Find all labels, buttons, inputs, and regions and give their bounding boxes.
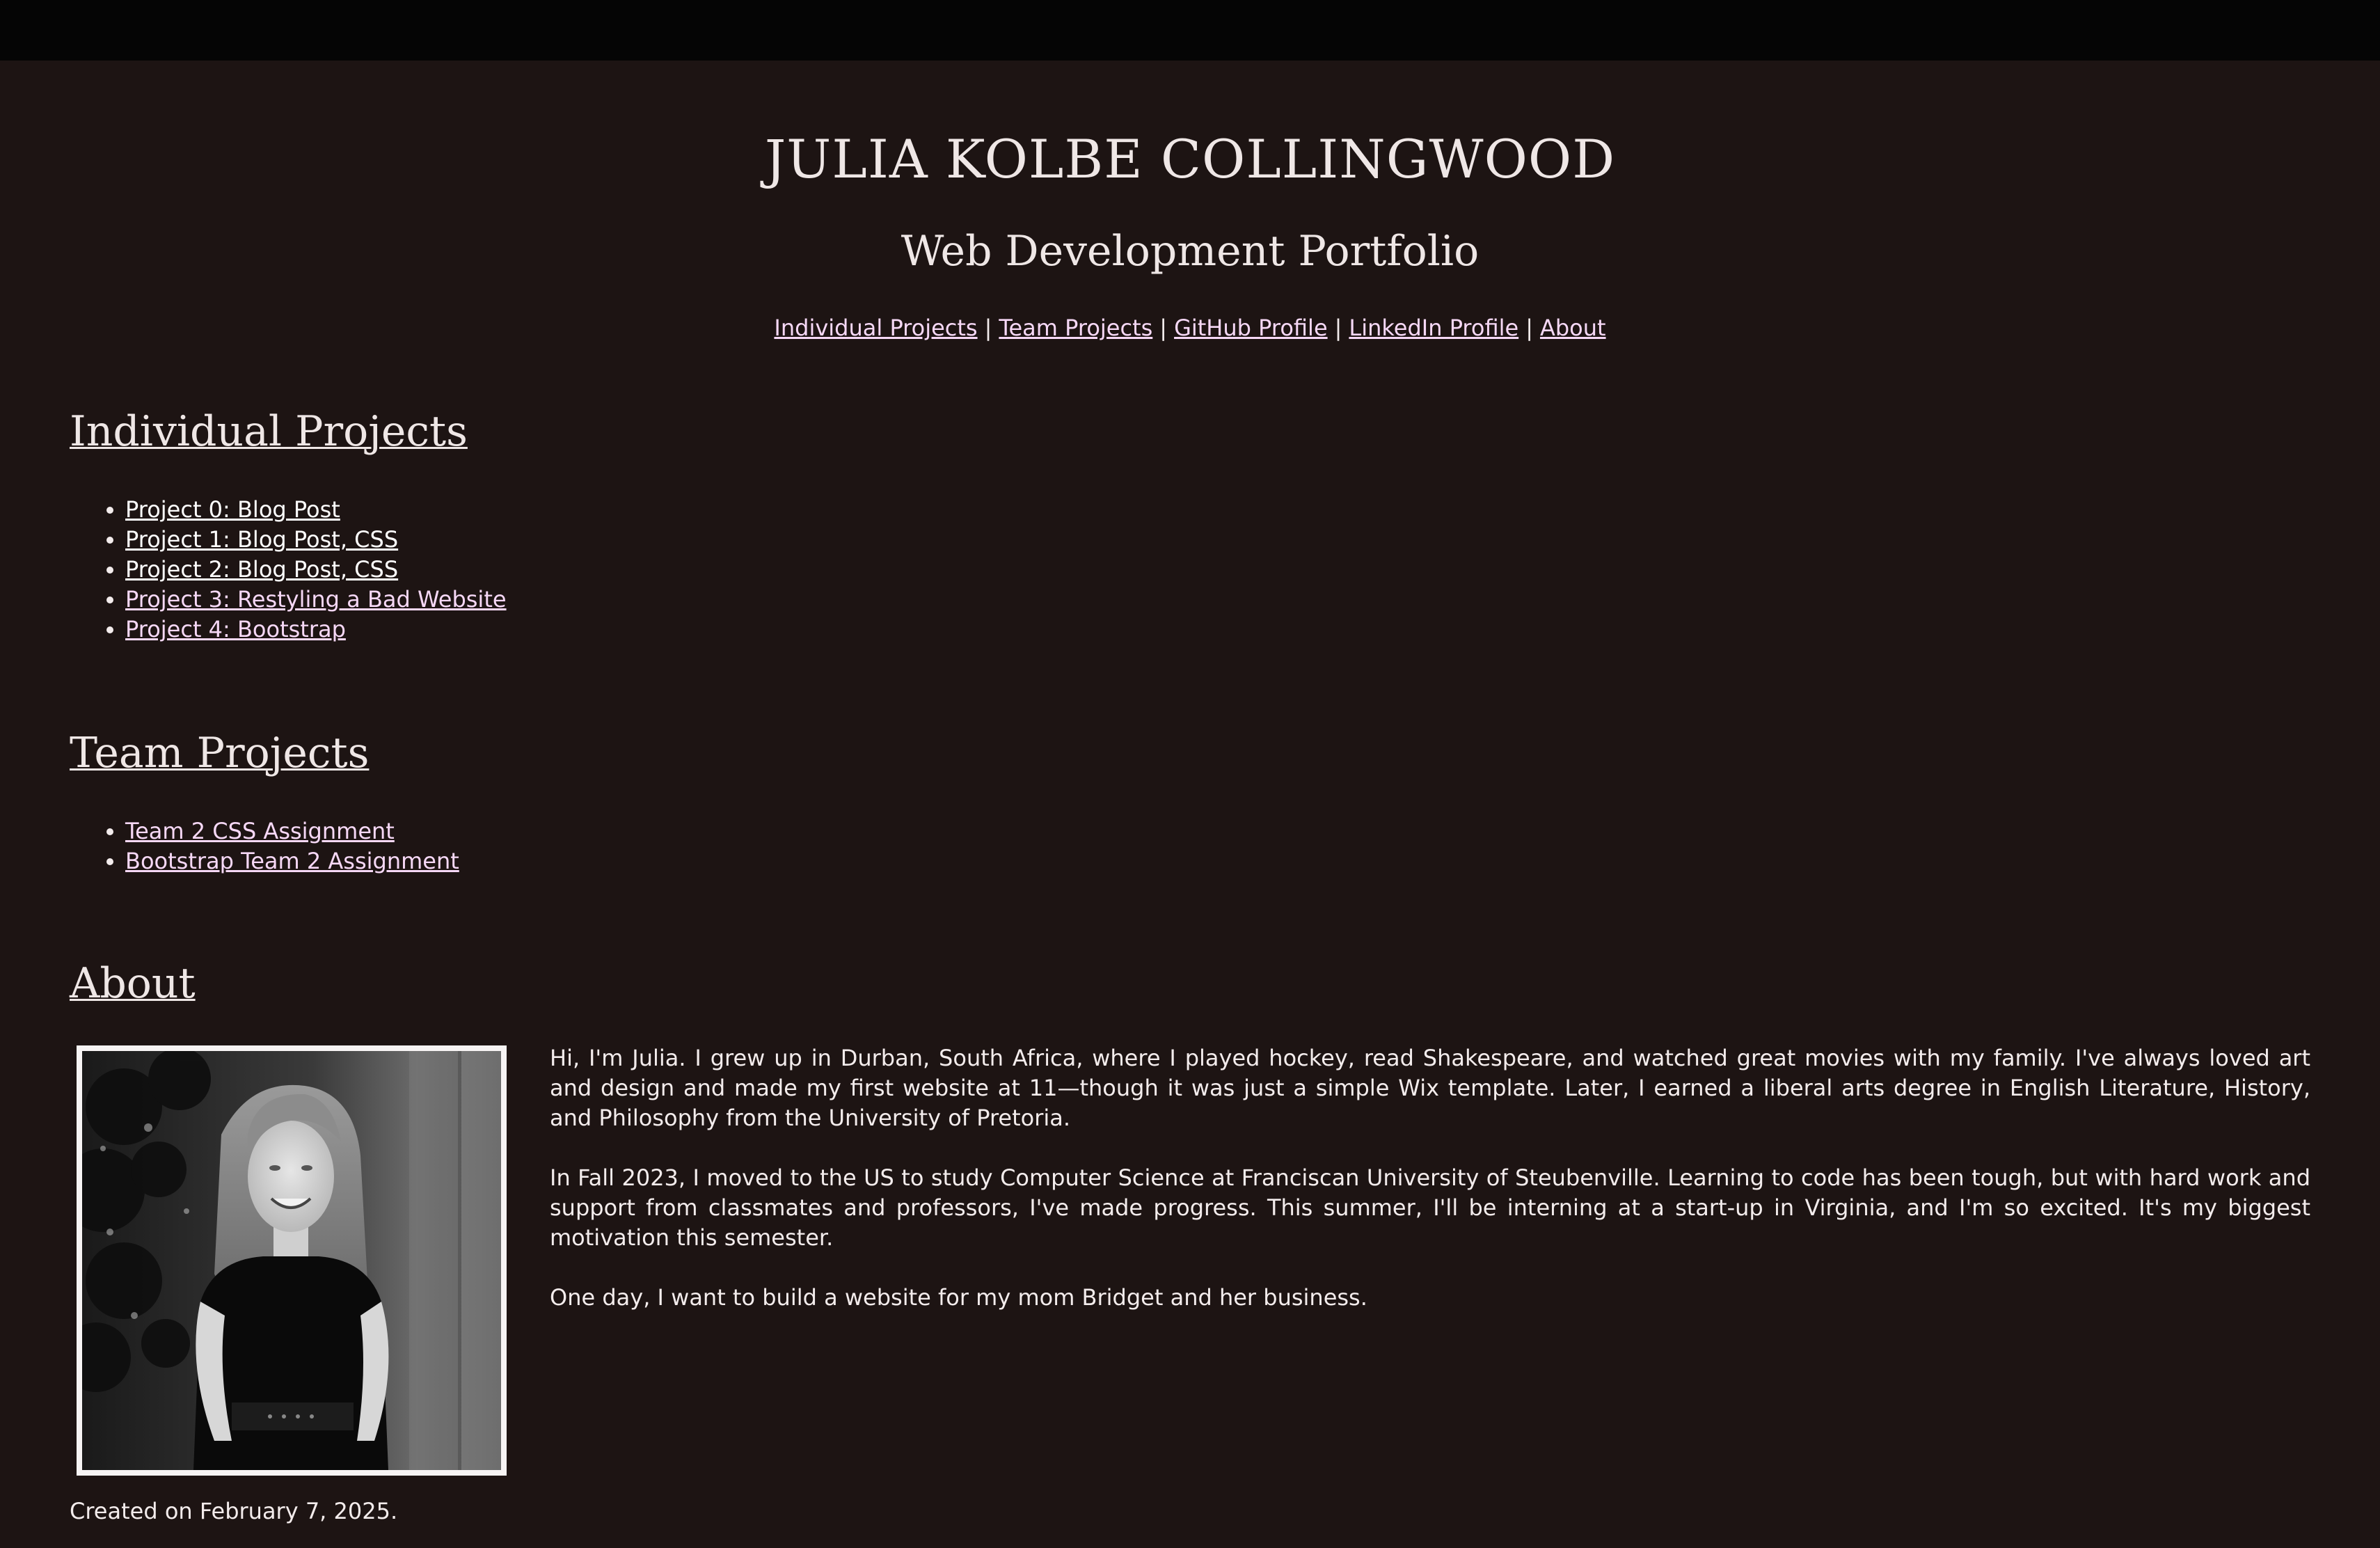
list-item: Team 2 CSS Assignment bbox=[125, 816, 459, 846]
site-title: JULIA KOLBE COLLINGWOOD bbox=[764, 128, 1616, 190]
profile-photo-frame bbox=[77, 1045, 507, 1476]
list-item: Project 3: Restyling a Bad Website bbox=[125, 585, 507, 615]
project-0-link[interactable]: Project 0: Blog Post bbox=[125, 496, 340, 523]
nav-link-team-projects[interactable]: Team Projects bbox=[999, 315, 1152, 341]
list-item: Project 2: Blog Post, CSS bbox=[125, 555, 507, 585]
about-text: Hi, I'm Julia. I grew up in Durban, Sout… bbox=[550, 1043, 2310, 1343]
bootstrap-team-2-assignment-link[interactable]: Bootstrap Team 2 Assignment bbox=[125, 848, 459, 874]
portfolio-page: JULIA KOLBE COLLINGWOOD Web Development … bbox=[0, 61, 2380, 1548]
list-item: Bootstrap Team 2 Assignment bbox=[125, 846, 459, 876]
team-projects-list: Team 2 CSS Assignment Bootstrap Team 2 A… bbox=[70, 816, 459, 876]
project-4-link[interactable]: Project 4: Bootstrap bbox=[125, 616, 346, 642]
project-2-link[interactable]: Project 2: Blog Post, CSS bbox=[125, 556, 398, 583]
list-item: Project 0: Blog Post bbox=[125, 495, 507, 525]
list-item: Project 4: Bootstrap bbox=[125, 615, 507, 645]
nav-separator: | bbox=[1334, 315, 1342, 341]
nav-link-linkedin-profile[interactable]: LinkedIn Profile bbox=[1349, 315, 1518, 341]
project-1-link[interactable]: Project 1: Blog Post, CSS bbox=[125, 526, 398, 553]
individual-projects-heading: Individual Projects bbox=[70, 407, 468, 456]
browser-top-bar bbox=[0, 0, 2380, 61]
individual-projects-list: Project 0: Blog Post Project 1: Blog Pos… bbox=[70, 495, 507, 645]
site-subtitle: Web Development Portfolio bbox=[901, 227, 1479, 276]
team-projects-heading: Team Projects bbox=[70, 729, 370, 777]
team-2-css-assignment-link[interactable]: Team 2 CSS Assignment bbox=[125, 818, 395, 844]
created-date-note: Created on February 7, 2025. bbox=[70, 1498, 398, 1524]
project-3-link[interactable]: Project 3: Restyling a Bad Website bbox=[125, 586, 507, 613]
nav-separator: | bbox=[984, 315, 992, 341]
nav-link-github-profile[interactable]: GitHub Profile bbox=[1174, 315, 1328, 341]
profile-photo bbox=[82, 1051, 501, 1470]
list-item: Project 1: Blog Post, CSS bbox=[125, 525, 507, 555]
about-paragraph-3: One day, I want to build a website for m… bbox=[550, 1284, 1367, 1311]
nav-separator: | bbox=[1525, 315, 1533, 341]
top-navigation: Individual Projects | Team Projects | GitHub… bbox=[0, 315, 2380, 341]
nav-link-individual-projects[interactable]: Individual Projects bbox=[774, 315, 977, 341]
nav-link-about[interactable]: About bbox=[1540, 315, 1606, 341]
nav-separator: | bbox=[1159, 315, 1168, 341]
about-paragraph-2: In Fall 2023, I moved to the US to study… bbox=[550, 1164, 2310, 1251]
about-paragraph-1: Hi, I'm Julia. I grew up in Durban, Sout… bbox=[550, 1045, 2310, 1131]
about-heading: About bbox=[70, 959, 196, 1008]
